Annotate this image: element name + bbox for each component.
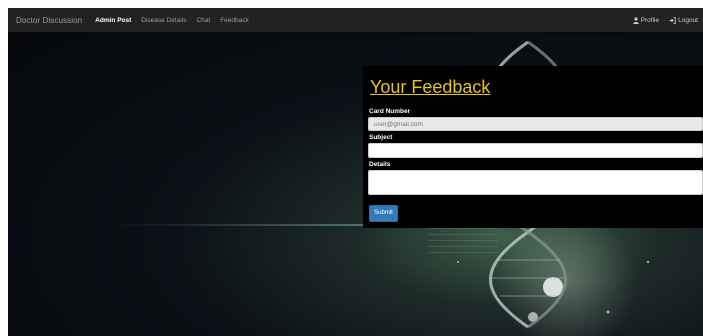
- nav-admin-post[interactable]: Admin Post: [90, 17, 136, 24]
- nav-disease-details[interactable]: Disease Details: [136, 17, 191, 24]
- top-navbar: Doctor Discussion Admin Post Disease Det…: [8, 8, 703, 33]
- nav-logout-label: Logout: [678, 16, 698, 24]
- nav-feedback[interactable]: Feedback: [215, 17, 254, 24]
- details-label: Details: [369, 161, 391, 168]
- subject-label: Subject: [369, 134, 393, 141]
- card-number-field[interactable]: [368, 117, 703, 131]
- card-number-label: Card Number: [369, 108, 411, 115]
- brand-link[interactable]: Doctor Discussion: [8, 16, 90, 25]
- page-frame: Doctor Discussion Admin Post Disease Det…: [8, 8, 703, 336]
- nav-logout[interactable]: Logout: [664, 17, 703, 24]
- background-caption: ....: [391, 237, 396, 242]
- nav-profile[interactable]: Profile: [628, 17, 664, 24]
- subject-field[interactable]: [368, 143, 703, 158]
- user-icon: [632, 16, 639, 24]
- details-field[interactable]: [368, 170, 703, 195]
- nav-right: Profile Logout: [628, 17, 703, 24]
- nav-profile-label: Profile: [640, 16, 660, 24]
- logout-icon: [669, 16, 676, 24]
- submit-button[interactable]: Submit: [369, 205, 398, 222]
- feedback-panel: Your Feedback Card Number Subject Detail…: [363, 66, 703, 228]
- feedback-title: Your Feedback: [370, 77, 491, 97]
- nav-chat[interactable]: Chat: [191, 17, 215, 24]
